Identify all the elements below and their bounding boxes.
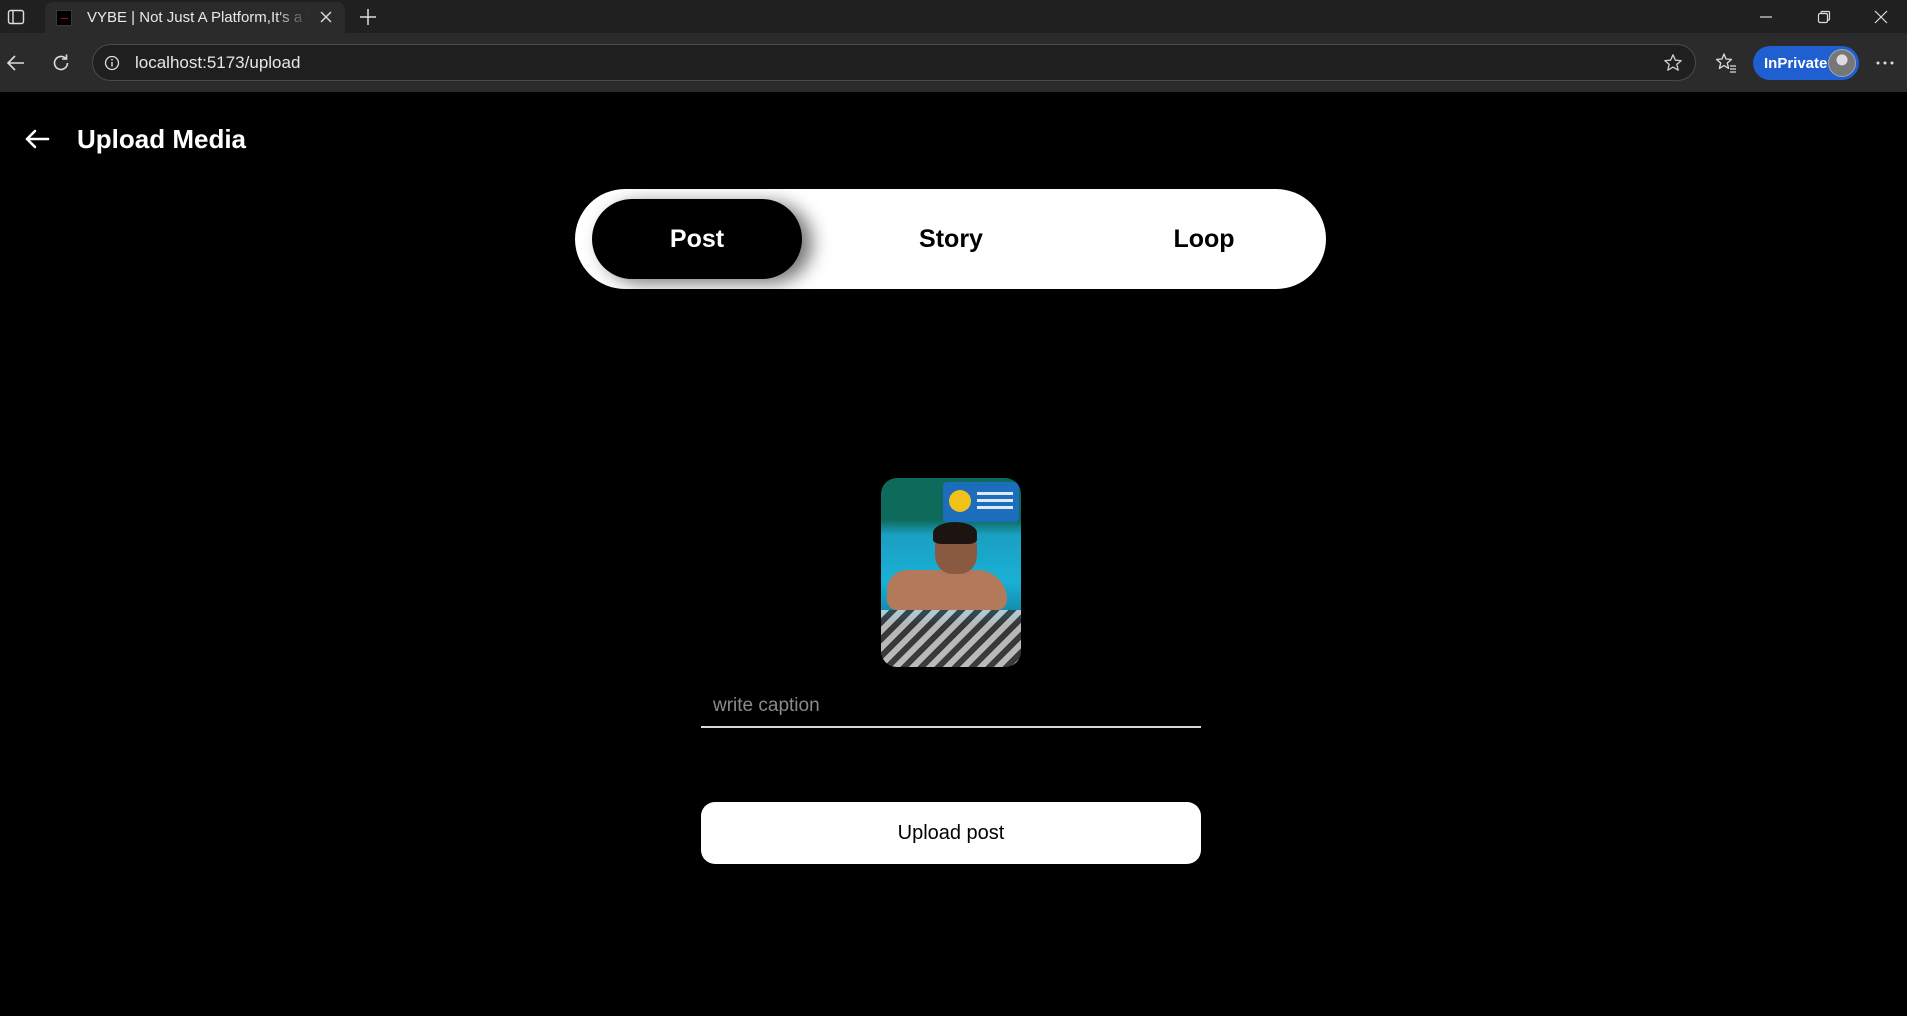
tab-post[interactable]: Post bbox=[592, 199, 802, 279]
more-icon bbox=[1876, 61, 1894, 65]
tab-strip: VYBE | Not Just A Platform,It's a Vybe bbox=[0, 0, 1907, 33]
close-icon bbox=[320, 11, 332, 23]
address-url: localhost:5173/upload bbox=[135, 52, 301, 72]
browser-toolbar: localhost:5173/upload InPrivate bbox=[0, 33, 1907, 92]
reload-icon bbox=[53, 54, 69, 71]
address-bar[interactable]: localhost:5173/upload bbox=[92, 44, 1696, 81]
preview-person-body bbox=[887, 570, 1007, 610]
minimize-button[interactable] bbox=[1743, 0, 1789, 33]
inprivate-label: InPrivate bbox=[1764, 54, 1828, 72]
browser-tab[interactable]: VYBE | Not Just A Platform,It's a Vybe bbox=[45, 2, 345, 33]
favorites-icon bbox=[1715, 53, 1736, 73]
plus-icon bbox=[360, 9, 376, 25]
preview-banner bbox=[943, 482, 1019, 522]
tab-actions-button[interactable] bbox=[4, 5, 28, 29]
media-type-toggle: Post Story Loop bbox=[575, 189, 1326, 289]
upload-page: Upload Media Post Story Loop Upload post bbox=[0, 92, 1907, 1012]
tab-actions-icon bbox=[7, 9, 25, 25]
caption-input[interactable] bbox=[701, 686, 1201, 728]
arrow-left-icon bbox=[25, 129, 50, 149]
minimize-icon bbox=[1760, 15, 1772, 18]
tab-loop[interactable]: Loop bbox=[1099, 199, 1309, 279]
restore-icon bbox=[1817, 10, 1831, 23]
inprivate-badge[interactable]: InPrivate bbox=[1753, 46, 1859, 80]
back-button[interactable] bbox=[0, 47, 32, 79]
restore-button[interactable] bbox=[1801, 0, 1847, 33]
media-preview-image bbox=[881, 478, 1021, 667]
page-title: Upload Media bbox=[77, 124, 247, 154]
tab-story[interactable]: Story bbox=[846, 199, 1056, 279]
back-arrow-button[interactable] bbox=[20, 122, 54, 156]
star-icon bbox=[1664, 54, 1682, 71]
preview-pool-edge bbox=[881, 610, 1021, 667]
reload-button[interactable] bbox=[45, 47, 77, 79]
favorite-star-button[interactable] bbox=[1663, 53, 1683, 73]
upload-post-button[interactable]: Upload post bbox=[701, 802, 1201, 864]
favorites-button[interactable] bbox=[1710, 47, 1742, 79]
back-icon bbox=[6, 55, 24, 71]
tab-close-button[interactable] bbox=[317, 8, 335, 26]
favicon-icon bbox=[56, 9, 72, 26]
new-tab-button[interactable] bbox=[355, 4, 381, 30]
preview-person-hair bbox=[933, 522, 977, 544]
tab-title: VYBE | Not Just A Platform,It's a Vybe bbox=[87, 9, 309, 26]
profile-avatar bbox=[1828, 49, 1856, 77]
site-info-icon[interactable] bbox=[103, 54, 121, 72]
close-window-button[interactable] bbox=[1858, 0, 1904, 33]
more-button[interactable] bbox=[1869, 47, 1901, 79]
close-window-icon bbox=[1874, 10, 1888, 23]
browser-chrome: VYBE | Not Just A Platform,It's a Vybe bbox=[0, 0, 1907, 92]
